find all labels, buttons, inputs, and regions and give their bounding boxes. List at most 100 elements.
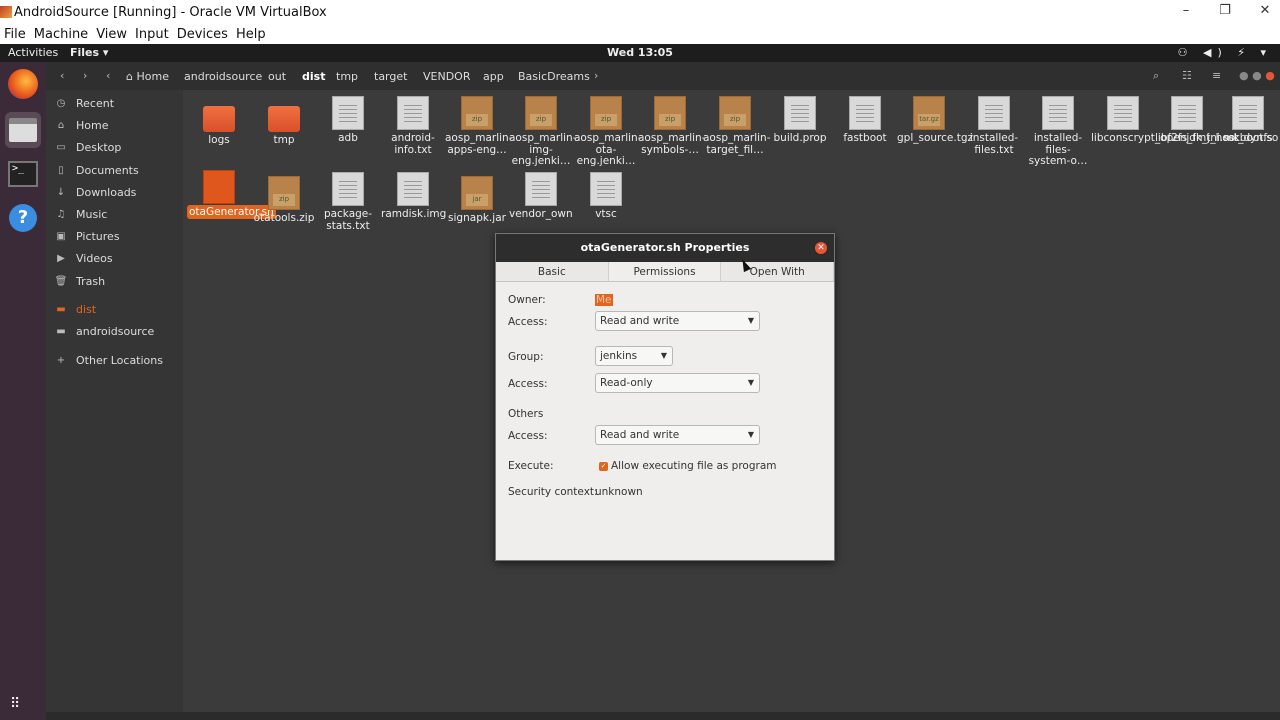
group-access-select[interactable]: Read-only ▼ [595,373,760,393]
file-item[interactable]: jar signapk.jar [445,176,509,225]
menu-file[interactable]: File [4,27,26,42]
file-name: adb [338,132,358,144]
menu-input[interactable]: Input [135,27,169,42]
menu-machine[interactable]: Machine [34,27,88,42]
security-context-label: Security context: [508,486,598,498]
forward-icon[interactable]: › [83,69,87,82]
tab-permissions[interactable]: Permissions [608,262,722,281]
file-item[interactable]: fastboot [833,96,897,145]
sidebar-item-recent[interactable]: ◷ Recent [46,93,183,113]
terminal-icon[interactable]: >_ [5,156,41,192]
file-item[interactable]: build.prop [768,96,832,145]
sidebar-item-other-locations[interactable]: + Other Locations [46,350,183,370]
sidebar-item-documents[interactable]: ▯ Documents [46,160,183,180]
file-item[interactable]: vendor_owner_info.txt [509,172,573,234]
properties-dialog: otaGenerator.sh Properties ✕ Basic Permi… [495,233,835,561]
files-icon[interactable] [5,112,41,148]
breadcrumb-androidsource[interactable]: androidsource [184,70,262,83]
minimize-button[interactable]: – [1166,3,1206,18]
dialog-close-icon[interactable]: ✕ [815,242,827,254]
file-item[interactable]: zip otatools.zip [252,176,316,225]
file-name: vendor_owner_info.txt [509,208,573,220]
close-button[interactable]: ✕ [1245,3,1280,18]
file-item[interactable]: libf2fs_fmt_host_dyn.so [1155,96,1278,145]
archive-icon: zip [719,96,751,130]
file-item[interactable]: package-stats.txt [316,172,380,232]
back-icon[interactable]: ‹ [60,69,64,82]
file-item[interactable]: zip aosp_marlin-apps-eng… [445,96,513,156]
tab-basic[interactable]: Basic [496,262,609,281]
home-icon: ⌂ [57,119,65,131]
menu-devices[interactable]: Devices [177,27,228,42]
window-controls[interactable]: ● ● ● [1239,69,1275,82]
execute-checkbox-label[interactable]: Allow executing file as program [611,460,777,472]
breadcrumb-out[interactable]: out [268,70,286,83]
breadcrumb-app[interactable]: app [483,70,504,83]
document-icon [332,172,364,206]
file-item[interactable]: mkbootfs [1220,96,1276,145]
file-item[interactable]: logs [187,98,251,147]
breadcrumb-target[interactable]: target [374,70,407,83]
owner-label: Owner: [508,294,546,306]
view-toggle-icon[interactable]: ☷ [1182,69,1192,82]
others-access-select[interactable]: Read and write ▼ [595,425,760,445]
sidebar-item-dist[interactable]: ▬ dist [46,299,183,319]
execute-checkbox[interactable]: ✓ [599,462,608,471]
group-select[interactable]: jenkins ▼ [595,346,673,366]
breadcrumb-dist[interactable]: dist [302,70,325,83]
file-name: ramdisk.img [381,208,447,220]
archive-icon: zip [461,96,493,130]
chevron-down-icon: ▼ [747,316,754,325]
file-item[interactable]: android-info.txt [381,96,445,156]
file-item[interactable]: tmp [252,98,316,147]
scroll-right-icon[interactable]: › [594,69,598,82]
file-name: build.prop [773,132,827,144]
group-value: jenkins [600,350,638,362]
restore-button[interactable]: ❐ [1205,3,1245,18]
file-item[interactable]: zip aosp_marlin-img-eng.jenki… [509,96,577,168]
file-item[interactable]: installed-files.txt [962,96,1026,156]
sidebar-item-androidsource[interactable]: ▬ androidsource [46,321,183,341]
file-item[interactable]: tar.gz gpl_source.tgz [897,96,973,145]
sidebar-item-pictures[interactable]: ▣ Pictures [46,226,183,246]
file-name: aosp_marlin-apps-eng… [445,132,513,156]
search-icon[interactable]: ⌕ [1153,69,1159,83]
sidebar-item-label: Music [76,207,108,221]
sidebar-item-trash[interactable]: 🗑 Trash [46,271,183,291]
hamburger-menu-icon[interactable]: ≡ [1212,69,1221,82]
tab-open-with[interactable]: Open With [721,262,835,281]
file-item[interactable]: libconscrypt_openjdk_jni.so [1091,96,1235,145]
music-icon: ♫ [56,208,66,220]
scroll-left-icon[interactable]: ‹ [106,69,110,82]
system-tray[interactable]: ⚇ ◀) ⚡ ▾ [1178,46,1272,59]
file-item[interactable]: adb [316,96,380,145]
file-item[interactable]: ramdisk.img [381,172,447,221]
document-icon [1171,96,1203,130]
breadcrumb-tmp[interactable]: tmp [336,70,358,83]
show-applications-icon[interactable]: ⠿ [10,696,21,712]
file-name: installed-files.txt [969,132,1019,156]
sidebar-item-videos[interactable]: ▶ Videos [46,248,183,268]
security-context-value: unknown [595,486,643,498]
sidebar-item-desktop[interactable]: ▭ Desktop [46,137,183,157]
sidebar-item-downloads[interactable]: ↓ Downloads [46,182,183,202]
file-item[interactable]: zip aosp_marlin-ota-eng.jenki… [574,96,642,168]
help-icon[interactable]: ? [5,200,41,236]
breadcrumb-basicdreams[interactable]: BasicDreams [518,70,590,83]
file-item[interactable]: installed-files-system-o… [1026,96,1090,168]
file-item[interactable]: zip aosp_marlin-symbols-… [638,96,706,156]
file-item-selected[interactable]: otaGenerator.sh [187,170,276,219]
breadcrumb-home[interactable]: ⌂ Home [126,70,169,83]
document-icon [784,96,816,130]
owner-access-select[interactable]: Read and write ▼ [595,311,760,331]
menu-view[interactable]: View [96,27,127,42]
file-item[interactable]: vtsc [574,172,638,221]
menu-help[interactable]: Help [236,27,266,42]
firefox-icon[interactable] [5,66,41,102]
sidebar-item-music[interactable]: ♫ Music [46,204,183,224]
sidebar-item-home[interactable]: ⌂ Home [46,115,183,135]
archive-tag: zip [659,114,681,126]
breadcrumb-vendor[interactable]: VENDOR [423,70,470,83]
file-item[interactable]: zip aosp_marlin-target_fil… [703,96,771,156]
clock[interactable]: Wed 13:05 [0,46,1280,59]
